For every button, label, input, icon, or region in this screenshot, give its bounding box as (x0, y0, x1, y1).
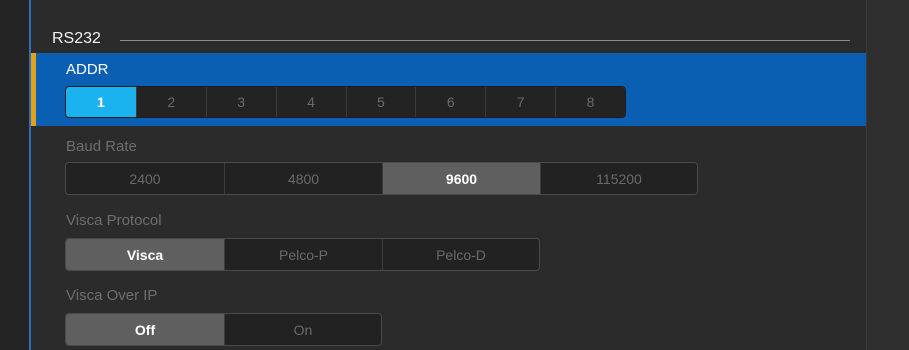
baud-option-2400[interactable]: 2400 (66, 163, 224, 194)
baud-option-115200[interactable]: 115200 (540, 163, 697, 194)
addr-option-4[interactable]: 4 (275, 87, 346, 117)
section-divider (120, 40, 850, 41)
visca-over-ip-label: Visca Over IP (66, 287, 158, 304)
visca-protocol-label: Visca Protocol (66, 212, 162, 229)
visca-ip-option-off[interactable]: Off (66, 314, 224, 345)
visca-over-ip-selector: Off On (65, 313, 382, 346)
baud-option-4800[interactable]: 4800 (224, 163, 382, 194)
left-sidebar-strip (0, 0, 29, 350)
addr-option-5[interactable]: 5 (345, 87, 416, 117)
section-title: RS232 (52, 30, 101, 47)
visca-protocol-selector: Visca Pelco-P Pelco-D (65, 238, 540, 271)
selection-indicator (31, 53, 36, 126)
addr-option-1[interactable]: 1 (66, 87, 136, 117)
addr-label: ADDR (66, 61, 109, 78)
addr-row-selected[interactable]: ADDR 1 2 3 4 5 6 7 8 (31, 53, 866, 126)
addr-option-7[interactable]: 7 (485, 87, 556, 117)
addr-option-2[interactable]: 2 (135, 87, 206, 117)
baud-rate-selector: 2400 4800 9600 115200 (65, 162, 698, 195)
baud-option-9600[interactable]: 9600 (382, 163, 540, 194)
addr-option-8[interactable]: 8 (555, 87, 625, 117)
baud-rate-label: Baud Rate (66, 138, 137, 155)
visca-ip-option-on[interactable]: On (224, 314, 381, 345)
protocol-option-pelco-d[interactable]: Pelco-D (382, 239, 539, 270)
right-scroll-panel (866, 0, 909, 350)
protocol-option-visca[interactable]: Visca (66, 239, 224, 270)
addr-selector: 1 2 3 4 5 6 7 8 (65, 86, 626, 118)
protocol-option-pelco-p[interactable]: Pelco-P (224, 239, 382, 270)
addr-option-3[interactable]: 3 (205, 87, 276, 117)
addr-option-6[interactable]: 6 (415, 87, 486, 117)
